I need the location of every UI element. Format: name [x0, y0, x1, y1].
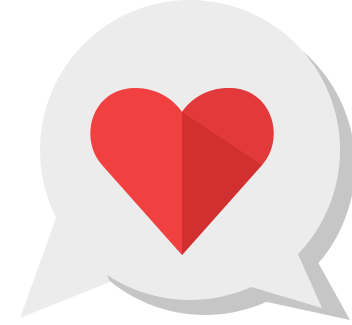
heart-chat-bubble-icon — [20, 0, 352, 320]
canvas — [0, 0, 352, 325]
